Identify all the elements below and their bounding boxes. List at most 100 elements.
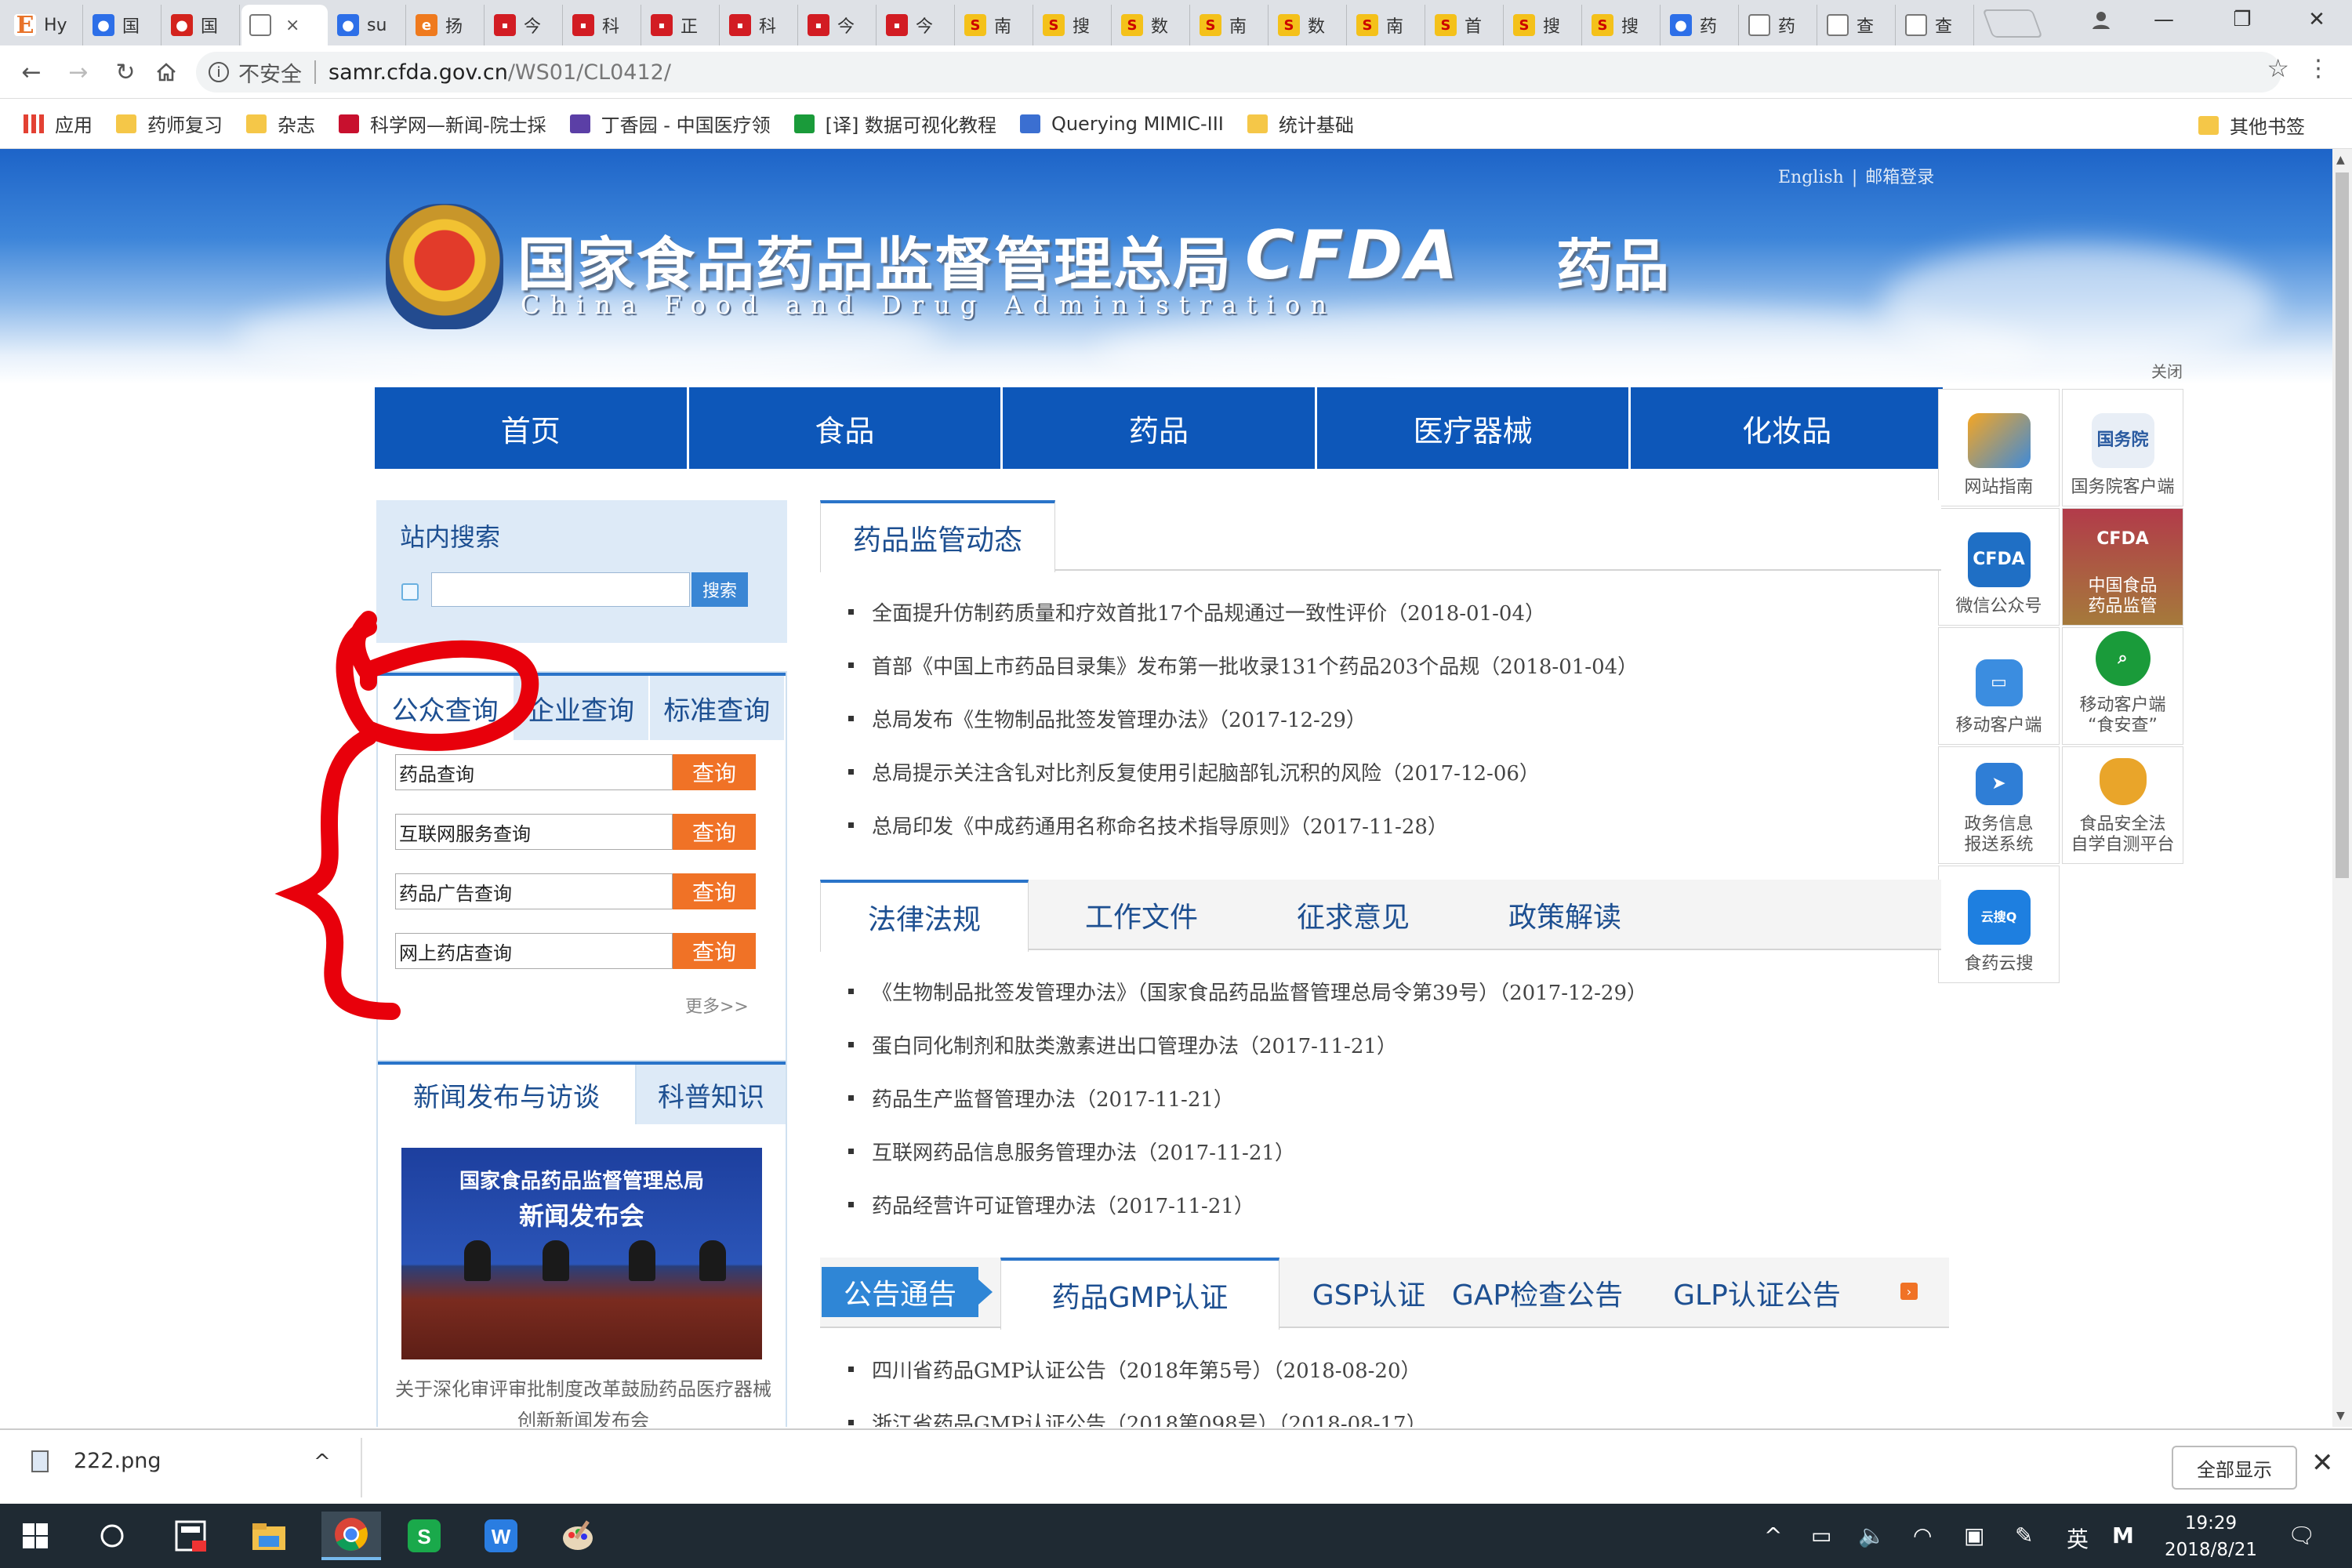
query-row-label[interactable]: 药品广告查询 <box>395 873 673 909</box>
drug-ad-query-button[interactable]: 查询 <box>673 873 756 909</box>
query-row-label[interactable]: 网上药店查询 <box>395 933 673 969</box>
bookmark-item[interactable]: 科学网—新闻-院士採 <box>339 110 546 137</box>
restore-icon[interactable]: ❐ <box>2211 0 2274 39</box>
browser-tab[interactable]: S搜 <box>1505 5 1582 45</box>
tab-policy[interactable]: 政策解读 <box>1471 880 1659 950</box>
browser-tab[interactable]: ▪ 科 <box>721 5 798 45</box>
url-field[interactable]: i 不安全 samr.cfda.gov.cn /WS01/CL0412/ <box>196 52 2281 93</box>
bookmark-item[interactable]: [译] 数据可视化教程 <box>793 110 996 137</box>
network-icon[interactable]: ◠ <box>1913 1523 1932 1548</box>
notification-icon[interactable]: 🗨 <box>2288 1523 2316 1548</box>
tab-enterprise-query[interactable]: 企业查询 <box>514 676 650 740</box>
widget-weibo[interactable]: CFDA 中国食品 药品监管 <box>2062 508 2183 626</box>
menu-icon[interactable]: ⋮ <box>2307 55 2330 82</box>
bookmark-item[interactable]: 杂志 <box>246 110 315 137</box>
browser-tab[interactable]: ● 药 <box>1662 5 1739 45</box>
window-close-icon[interactable]: ✕ <box>2285 0 2348 39</box>
tab-standard-query[interactable]: 标准查询 <box>650 676 786 740</box>
browser-tab[interactable]: S搜 <box>1035 5 1112 45</box>
back-icon[interactable]: ← <box>16 56 47 88</box>
show-all-button[interactable]: 全部显示 <box>2172 1446 2297 1490</box>
widget-food-safety-app[interactable]: ⌕ 移动客户端 “食安查” <box>2062 627 2183 745</box>
paint-icon[interactable] <box>554 1512 602 1560</box>
browser-tab[interactable]: × <box>241 5 328 45</box>
internet-service-query-button[interactable]: 查询 <box>673 814 756 850</box>
browser-tab[interactable]: ▪ 科 <box>564 5 641 45</box>
chrome-icon[interactable] <box>321 1512 381 1560</box>
bookmark-item[interactable]: 统计基础 <box>1247 110 1354 137</box>
browser-tab[interactable]: ▪ 今 <box>486 5 563 45</box>
tab-close-icon[interactable]: × <box>285 16 299 35</box>
cortana-icon[interactable] <box>88 1512 136 1560</box>
forward-icon[interactable]: → <box>63 56 94 88</box>
query-row-label[interactable]: 互联网服务查询 <box>395 814 673 850</box>
browser-tab[interactable]: S南 <box>1348 5 1425 45</box>
home-icon[interactable] <box>151 56 182 88</box>
wps-spreadsheet-icon[interactable]: S <box>400 1512 448 1560</box>
browser-tab[interactable]: S搜 <box>1584 5 1661 45</box>
next-arrow-icon[interactable]: › <box>1900 1283 1918 1300</box>
list-item[interactable]: 总局发布《生物制品批签发管理办法》（2017-12-29） <box>848 691 1638 745</box>
new-tab-button[interactable] <box>1982 9 2043 38</box>
widget-law-study[interactable]: 食品安全法 自学自测平台 <box>2062 746 2183 864</box>
list-item[interactable]: 《生物制品批签发管理办法》（国家食品药品监督管理总局令第39号）（2017-12… <box>848 964 1647 1018</box>
site-search-input[interactable] <box>431 572 690 607</box>
list-item[interactable]: 总局提示关注含钆对比剂反复使用引起脑部钆沉积的风险（2017-12-06） <box>848 745 1638 798</box>
tab-gsp[interactable]: GSP认证 <box>1290 1258 1447 1328</box>
download-item[interactable]: 222.png <box>31 1449 162 1473</box>
bookmark-item[interactable]: 药师复习 <box>116 110 223 137</box>
press-conference-image[interactable]: 国家食品药品监督管理总局 新闻发布会 <box>401 1148 762 1359</box>
windows-start-icon[interactable] <box>11 1512 60 1560</box>
list-item[interactable]: 全面提升仿制药质量和疗效首批17个品规通过一致性评价（2018-01-04） <box>848 585 1638 638</box>
pen-icon[interactable]: ✎ <box>2015 1523 2033 1548</box>
info-icon[interactable]: i <box>209 62 229 82</box>
tab-public-query[interactable]: 公众查询 <box>378 676 514 740</box>
widget-wechat[interactable]: CFDA 微信公众号 <box>1938 508 2060 626</box>
bookmark-star-icon[interactable]: ☆ <box>2267 53 2289 83</box>
reload-icon[interactable]: ↻ <box>110 56 141 88</box>
tab-consultation[interactable]: 征求意见 <box>1259 880 1447 950</box>
browser-tab[interactable]: S数 <box>1270 5 1347 45</box>
browser-tab[interactable]: 药 <box>1740 5 1817 45</box>
tab-gmp[interactable]: 药品GMP认证 <box>1000 1258 1279 1330</box>
nav-drug[interactable]: 药品 <box>1003 387 1317 469</box>
widget-cloud-search[interactable]: 云搜Q 食药云搜 <box>1938 866 2060 983</box>
widget-mobile-client[interactable]: ▭ 移动客户端 <box>1938 627 2060 745</box>
list-item[interactable]: 互联网药品信息服务管理办法（2017-11-21） <box>848 1124 1647 1178</box>
tab-news-release[interactable]: 新闻发布与访谈 <box>378 1065 637 1124</box>
browser-tab[interactable]: e扬 <box>408 5 485 45</box>
browser-tab[interactable]: S南 <box>1192 5 1269 45</box>
list-item[interactable]: 蛋白同化制剂和肽类激素进出口管理办法（2017-11-21） <box>848 1018 1647 1071</box>
browser-tab[interactable]: ● su <box>329 5 406 45</box>
list-item[interactable]: 总局印发《中成药通用名称命名技术指导原则》（2017-11-28） <box>848 798 1638 851</box>
news-caption[interactable]: 关于深化审评审批制度改革鼓励药品医疗器械创新新闻发布会 <box>394 1374 773 1427</box>
browser-tab[interactable]: ▪ 今 <box>800 5 877 45</box>
drug-query-button[interactable]: 查询 <box>673 754 756 790</box>
browser-tab[interactable]: ▪ 正 <box>643 5 720 45</box>
battery-icon[interactable]: ▭ <box>1811 1523 1831 1548</box>
tab-drug-news[interactable]: 药品监管动态 <box>820 500 1055 572</box>
tab-science-knowledge[interactable]: 科普知识 <box>637 1065 786 1124</box>
browser-tab[interactable]: ▪ 今 <box>878 5 955 45</box>
mail-login-link[interactable]: 邮箱登录 <box>1865 168 1934 187</box>
query-more-link[interactable]: 更多>> <box>685 993 749 1018</box>
chevron-up-icon[interactable]: ^ <box>314 1450 331 1474</box>
close-icon[interactable]: ✕ <box>2311 1447 2334 1479</box>
minimize-icon[interactable]: — <box>2132 0 2195 39</box>
browser-tab[interactable]: S首 <box>1427 5 1504 45</box>
tab-laws[interactable]: 法律法规 <box>820 880 1029 952</box>
chevron-up-icon[interactable]: ^ <box>1764 1523 1782 1548</box>
wps-writer-icon[interactable]: W <box>477 1512 525 1560</box>
browser-tab[interactable]: ● 国 <box>85 5 162 45</box>
list-item[interactable]: 药品经营许可证管理办法（2017-11-21） <box>848 1178 1647 1231</box>
bookmark-item[interactable]: 应用 <box>24 110 93 137</box>
list-item[interactable]: 首部《中国上市药品目录集》发布第一批收录131个药品203个品规（2018-01… <box>848 638 1638 691</box>
profile-icon[interactable] <box>2070 0 2132 39</box>
volume-icon[interactable]: 🔈 <box>1858 1523 1886 1548</box>
browser-tab[interactable]: 查 <box>1897 5 1974 45</box>
system-clock[interactable]: 19:29 2018/8/21 <box>2164 1510 2258 1563</box>
other-bookmarks[interactable]: 其他书签 <box>2198 111 2305 139</box>
input-method-icon[interactable]: M <box>2112 1523 2134 1548</box>
tab-gap[interactable]: GAP检查公告 <box>1439 1258 1635 1328</box>
online-pharmacy-query-button[interactable]: 查询 <box>673 933 756 969</box>
